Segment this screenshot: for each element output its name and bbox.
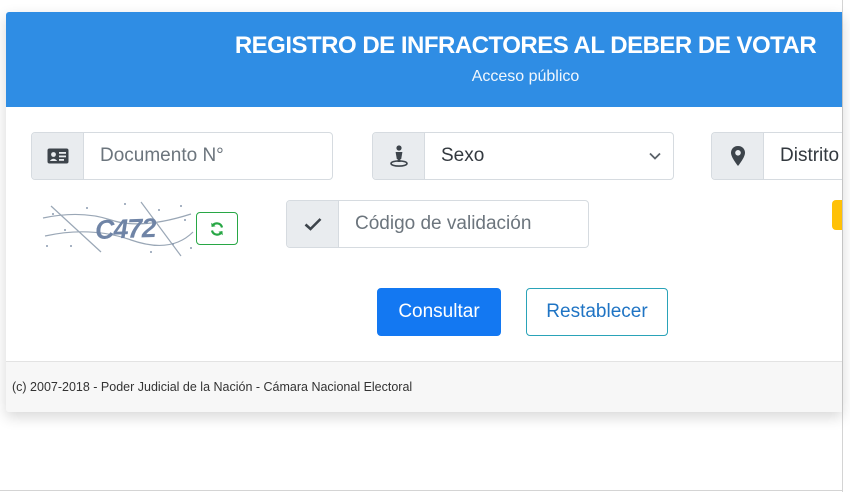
consultar-button[interactable]: Consultar [377,288,501,336]
restablecer-button[interactable]: Restablecer [526,288,668,336]
documento-input-group [31,132,333,180]
distrito-selected-value: Distrito [780,145,840,166]
sexo-selected-value: Sexo [441,145,485,166]
sexo-select[interactable]: Sexo [372,132,674,180]
person-pin-icon [373,133,425,179]
page-subtitle: Acceso público [471,68,580,85]
codigo-input-group [286,200,589,248]
page-title: REGISTRO DE INFRACTORES AL DEBER DE VOTA… [234,32,817,59]
distrito-select[interactable]: Distrito [711,132,842,180]
chevron-down-icon [643,133,667,179]
map-marker-icon [712,133,764,179]
registry-card: REGISTRO DE INFRACTORES AL DEBER DE VOTA… [6,12,842,412]
frame-border-right [842,0,843,492]
footer-copyright: (c) 2007-2018 - Poder Judicial de la Nac… [12,380,413,394]
captcha-text: C472 [94,212,157,246]
codigo-validacion-input[interactable] [339,201,588,247]
frame-border-bottom [0,490,843,491]
id-card-icon [32,133,84,179]
captcha-image: C472 [41,196,196,262]
card-header: REGISTRO DE INFRACTORES AL DEBER DE VOTA… [6,12,842,107]
warning-tab[interactable] [832,200,842,230]
card-footer: (c) 2007-2018 - Poder Judicial de la Nac… [6,361,842,412]
captcha-refresh-button[interactable] [196,212,238,245]
documento-input[interactable] [84,133,332,179]
refresh-icon [209,221,225,237]
check-icon [287,201,339,247]
